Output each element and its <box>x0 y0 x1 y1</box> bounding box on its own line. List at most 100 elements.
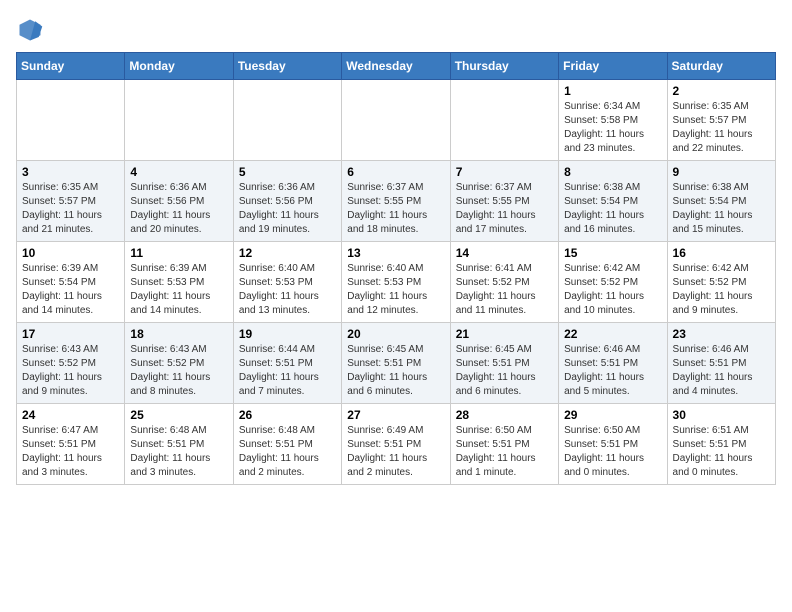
logo <box>16 16 48 44</box>
day-number: 12 <box>239 246 336 260</box>
day-info: Sunrise: 6:37 AM Sunset: 5:55 PM Dayligh… <box>456 181 553 237</box>
day-of-week-header: Monday <box>125 53 233 80</box>
calendar-day-cell: 3 Sunrise: 6:35 AM Sunset: 5:57 PM Daylig… <box>17 161 125 242</box>
day-number: 3 <box>22 165 119 179</box>
day-info: Sunrise: 6:40 AM Sunset: 5:53 PM Dayligh… <box>239 262 336 318</box>
day-info: Sunrise: 6:45 AM Sunset: 5:51 PM Dayligh… <box>456 343 553 399</box>
day-of-week-header: Thursday <box>450 53 558 80</box>
day-of-week-header: Saturday <box>667 53 775 80</box>
day-of-week-header: Friday <box>559 53 667 80</box>
calendar-day-cell: 2 Sunrise: 6:35 AM Sunset: 5:57 PM Daylig… <box>667 80 775 161</box>
calendar-day-cell <box>125 80 233 161</box>
calendar-day-cell: 30 Sunrise: 6:51 AM Sunset: 5:51 PM Dayli… <box>667 404 775 485</box>
calendar-day-cell: 4 Sunrise: 6:36 AM Sunset: 5:56 PM Daylig… <box>125 161 233 242</box>
day-of-week-header: Wednesday <box>342 53 450 80</box>
day-number: 10 <box>22 246 119 260</box>
day-info: Sunrise: 6:49 AM Sunset: 5:51 PM Dayligh… <box>347 424 444 480</box>
day-number: 17 <box>22 327 119 341</box>
day-info: Sunrise: 6:39 AM Sunset: 5:53 PM Dayligh… <box>130 262 227 318</box>
day-number: 8 <box>564 165 661 179</box>
calendar-day-cell: 13Sunrise: 6:40 AM Sunset: 5:53 PM Dayli… <box>342 242 450 323</box>
day-number: 23 <box>673 327 770 341</box>
day-info: Sunrise: 6:36 AM Sunset: 5:56 PM Dayligh… <box>130 181 227 237</box>
day-number: 24 <box>22 408 119 422</box>
calendar-day-cell: 12 Sunrise: 6:40 AM Sunset: 5:53 PM Dayli… <box>233 242 341 323</box>
calendar-body: 1 Sunrise: 6:34 AM Sunset: 5:58 PM Daylig… <box>17 80 776 485</box>
day-info: Sunrise: 6:38 AM Sunset: 5:54 PM Dayligh… <box>673 181 770 237</box>
day-of-week-header: Sunday <box>17 53 125 80</box>
day-info: Sunrise: 6:50 AM Sunset: 5:51 PM Dayligh… <box>564 424 661 480</box>
day-number: 2 <box>673 84 770 98</box>
day-info: Sunrise: 6:35 AM Sunset: 5:57 PM Dayligh… <box>22 181 119 237</box>
calendar-day-cell: 25Sunrise: 6:48 AM Sunset: 5:51 PM Dayli… <box>125 404 233 485</box>
day-info: Sunrise: 6:50 AM Sunset: 5:51 PM Dayligh… <box>456 424 553 480</box>
day-info: Sunrise: 6:43 AM Sunset: 5:52 PM Dayligh… <box>22 343 119 399</box>
day-number: 27 <box>347 408 444 422</box>
day-info: Sunrise: 6:46 AM Sunset: 5:51 PM Dayligh… <box>564 343 661 399</box>
day-info: Sunrise: 6:47 AM Sunset: 5:51 PM Dayligh… <box>22 424 119 480</box>
day-number: 4 <box>130 165 227 179</box>
day-number: 14 <box>456 246 553 260</box>
calendar-day-cell: 8 Sunrise: 6:38 AM Sunset: 5:54 PM Daylig… <box>559 161 667 242</box>
calendar-day-cell: 6 Sunrise: 6:37 AM Sunset: 5:55 PM Daylig… <box>342 161 450 242</box>
day-number: 22 <box>564 327 661 341</box>
day-number: 1 <box>564 84 661 98</box>
calendar-week-row: 1 Sunrise: 6:34 AM Sunset: 5:58 PM Daylig… <box>17 80 776 161</box>
page-header <box>16 16 776 44</box>
calendar-day-cell: 15 Sunrise: 6:42 AM Sunset: 5:52 PM Dayli… <box>559 242 667 323</box>
day-number: 6 <box>347 165 444 179</box>
calendar-day-cell: 21 Sunrise: 6:45 AM Sunset: 5:51 PM Dayli… <box>450 323 558 404</box>
calendar-day-cell: 18 Sunrise: 6:43 AM Sunset: 5:52 PM Dayli… <box>125 323 233 404</box>
day-info: Sunrise: 6:34 AM Sunset: 5:58 PM Dayligh… <box>564 100 661 156</box>
day-info: Sunrise: 6:42 AM Sunset: 5:52 PM Dayligh… <box>673 262 770 318</box>
logo-icon <box>16 16 44 44</box>
calendar-week-row: 17 Sunrise: 6:43 AM Sunset: 5:52 PM Dayli… <box>17 323 776 404</box>
day-info: Sunrise: 6:48 AM Sunset: 5:51 PM Dayligh… <box>239 424 336 480</box>
day-number: 9 <box>673 165 770 179</box>
day-number: 25 <box>130 408 227 422</box>
calendar-day-cell: 29 Sunrise: 6:50 AM Sunset: 5:51 PM Dayli… <box>559 404 667 485</box>
day-info: Sunrise: 6:46 AM Sunset: 5:51 PM Dayligh… <box>673 343 770 399</box>
day-info: Sunrise: 6:42 AM Sunset: 5:52 PM Dayligh… <box>564 262 661 318</box>
day-number: 21 <box>456 327 553 341</box>
calendar-day-cell: 14 Sunrise: 6:41 AM Sunset: 5:52 PM Dayli… <box>450 242 558 323</box>
calendar-day-cell <box>233 80 341 161</box>
day-number: 15 <box>564 246 661 260</box>
day-info: Sunrise: 6:40 AM Sunset: 5:53 PM Dayligh… <box>347 262 444 318</box>
calendar-week-row: 3 Sunrise: 6:35 AM Sunset: 5:57 PM Daylig… <box>17 161 776 242</box>
calendar-day-cell <box>342 80 450 161</box>
day-number: 26 <box>239 408 336 422</box>
calendar-day-cell: 11Sunrise: 6:39 AM Sunset: 5:53 PM Dayli… <box>125 242 233 323</box>
day-of-week-header: Tuesday <box>233 53 341 80</box>
calendar-week-row: 24 Sunrise: 6:47 AM Sunset: 5:51 PM Dayli… <box>17 404 776 485</box>
calendar-day-cell: 1 Sunrise: 6:34 AM Sunset: 5:58 PM Daylig… <box>559 80 667 161</box>
calendar-day-cell: 23 Sunrise: 6:46 AM Sunset: 5:51 PM Dayli… <box>667 323 775 404</box>
calendar-week-row: 10 Sunrise: 6:39 AM Sunset: 5:54 PM Dayli… <box>17 242 776 323</box>
day-number: 18 <box>130 327 227 341</box>
calendar-header: SundayMondayTuesdayWednesdayThursdayFrid… <box>17 53 776 80</box>
day-info: Sunrise: 6:41 AM Sunset: 5:52 PM Dayligh… <box>456 262 553 318</box>
calendar-day-cell: 20Sunrise: 6:45 AM Sunset: 5:51 PM Dayli… <box>342 323 450 404</box>
calendar-day-cell: 5 Sunrise: 6:36 AM Sunset: 5:56 PM Daylig… <box>233 161 341 242</box>
calendar-day-cell: 28 Sunrise: 6:50 AM Sunset: 5:51 PM Dayli… <box>450 404 558 485</box>
calendar-day-cell: 22 Sunrise: 6:46 AM Sunset: 5:51 PM Dayli… <box>559 323 667 404</box>
day-number: 5 <box>239 165 336 179</box>
day-number: 28 <box>456 408 553 422</box>
calendar-day-cell: 7 Sunrise: 6:37 AM Sunset: 5:55 PM Daylig… <box>450 161 558 242</box>
calendar-day-cell: 24 Sunrise: 6:47 AM Sunset: 5:51 PM Dayli… <box>17 404 125 485</box>
day-info: Sunrise: 6:39 AM Sunset: 5:54 PM Dayligh… <box>22 262 119 318</box>
calendar-day-cell: 10 Sunrise: 6:39 AM Sunset: 5:54 PM Dayli… <box>17 242 125 323</box>
day-number: 30 <box>673 408 770 422</box>
day-info: Sunrise: 6:36 AM Sunset: 5:56 PM Dayligh… <box>239 181 336 237</box>
day-number: 29 <box>564 408 661 422</box>
calendar-table: SundayMondayTuesdayWednesdayThursdayFrid… <box>16 52 776 485</box>
day-info: Sunrise: 6:43 AM Sunset: 5:52 PM Dayligh… <box>130 343 227 399</box>
day-info: Sunrise: 6:38 AM Sunset: 5:54 PM Dayligh… <box>564 181 661 237</box>
day-number: 20 <box>347 327 444 341</box>
day-info: Sunrise: 6:51 AM Sunset: 5:51 PM Dayligh… <box>673 424 770 480</box>
day-info: Sunrise: 6:35 AM Sunset: 5:57 PM Dayligh… <box>673 100 770 156</box>
calendar-day-cell: 16Sunrise: 6:42 AM Sunset: 5:52 PM Dayli… <box>667 242 775 323</box>
day-info: Sunrise: 6:37 AM Sunset: 5:55 PM Dayligh… <box>347 181 444 237</box>
day-info: Sunrise: 6:44 AM Sunset: 5:51 PM Dayligh… <box>239 343 336 399</box>
day-number: 7 <box>456 165 553 179</box>
